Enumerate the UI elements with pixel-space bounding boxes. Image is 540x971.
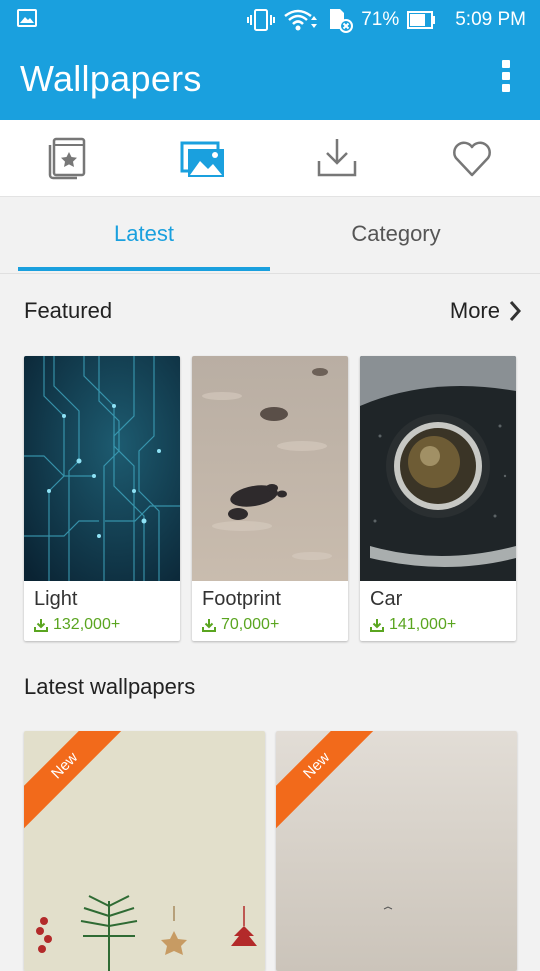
app-title: Wallpapers	[20, 58, 202, 99]
download-count: 70,000+	[202, 616, 279, 634]
battery-icon	[407, 11, 436, 29]
download-count: 132,000+	[34, 616, 120, 634]
vibrate-icon	[247, 9, 276, 31]
car-wallpaper-thumbnail	[360, 356, 516, 581]
download-small-icon	[370, 619, 384, 632]
status-icons: 71% 5:09 PM	[247, 7, 526, 33]
card-title: Footprint	[202, 588, 281, 610]
more-button[interactable]: More	[450, 298, 522, 324]
footprint-wallpaper-thumbnail	[192, 356, 348, 581]
icon-tab-bar	[0, 120, 540, 197]
featured-card-light[interactable]: Light 132,000+	[24, 356, 180, 641]
app-bar: Wallpapers	[0, 38, 540, 120]
featured-card-footprint[interactable]: Footprint 70,000+	[192, 356, 348, 641]
tab-latest[interactable]: Latest	[18, 221, 270, 247]
clock: 5:09 PM	[455, 9, 526, 30]
download-count-value: 132,000+	[53, 616, 121, 633]
wifi-icon	[284, 9, 318, 31]
download-small-icon	[202, 619, 216, 632]
featured-title: Featured	[24, 298, 113, 323]
featured-card-car[interactable]: Car 141,000+	[360, 356, 516, 641]
gallery-icon[interactable]	[178, 135, 226, 181]
download-count: 141,000+	[370, 616, 456, 634]
latest-wallpaper-tile[interactable]: New	[276, 731, 517, 971]
tab-category[interactable]: Category	[270, 221, 522, 247]
status-bar: 71% 5:09 PM	[0, 0, 540, 38]
download-small-icon	[34, 619, 48, 632]
card-title: Light	[34, 588, 78, 610]
download-count-value: 70,000+	[221, 616, 280, 633]
card-title: Car	[370, 588, 403, 610]
battery-percent: 71%	[361, 9, 400, 30]
active-tab-indicator	[18, 267, 270, 271]
latest-wallpapers-title: Latest wallpapers	[24, 674, 196, 699]
image-notification-icon	[17, 9, 37, 27]
latest-wallpaper-tile[interactable]: New	[24, 731, 265, 971]
overflow-menu-icon[interactable]	[498, 60, 514, 100]
download-count-value: 141,000+	[389, 616, 457, 633]
heart-icon[interactable]	[448, 135, 496, 181]
sd-card-icon	[330, 9, 354, 33]
chevron-right-icon	[509, 301, 522, 321]
text-tab-bar: Latest Category	[0, 197, 540, 274]
more-label: More	[449, 298, 500, 323]
download-icon[interactable]	[313, 135, 361, 181]
circuit-wallpaper-thumbnail	[24, 356, 180, 581]
featured-book-icon[interactable]	[44, 135, 92, 181]
